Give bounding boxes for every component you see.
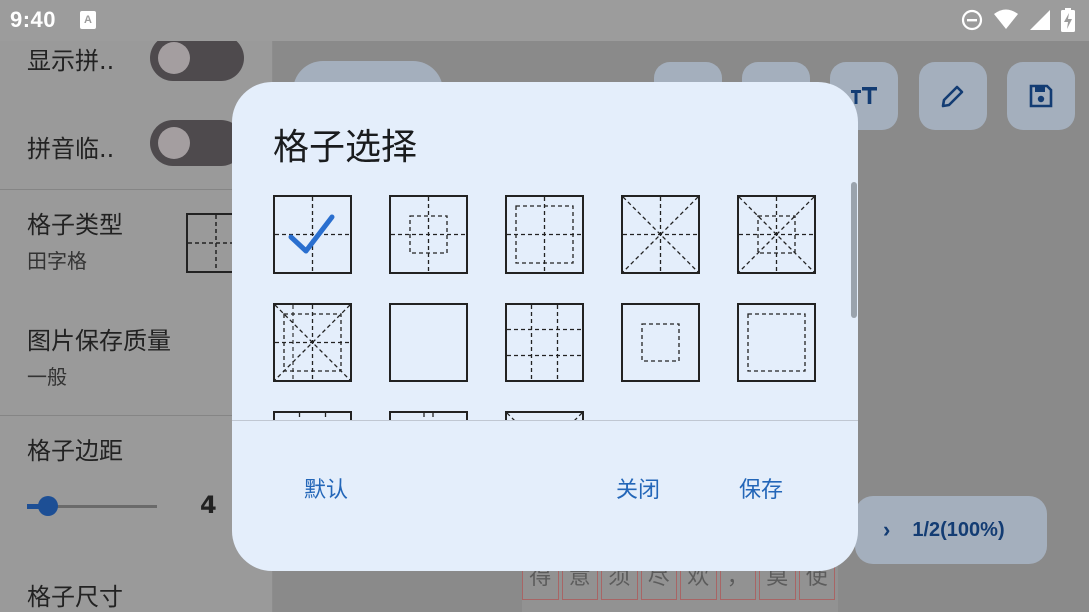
grid-margin-label: 格子边距 [27, 437, 123, 465]
grid-select-dialog: 格子选择 默认 关闭 保存 [232, 82, 858, 571]
save-dialog-button[interactable]: 保存 [739, 472, 783, 504]
grid-option-partial[interactable] [273, 411, 352, 420]
grid-size-label: 格子尺寸 [27, 583, 123, 611]
show-pinyin-toggle[interactable] [150, 41, 244, 81]
pinyin-trace-toggle[interactable] [150, 120, 244, 166]
grid-option-plain[interactable] [389, 303, 468, 382]
page-indicator[interactable]: › 1/2(100%) [855, 496, 1047, 564]
grid-option-partial[interactable] [505, 411, 584, 420]
grid-option-center-box[interactable] [621, 303, 700, 382]
grid-option-mizi-inner[interactable] [737, 195, 816, 274]
toggle-knob [158, 42, 190, 74]
status-bar: 9:40 A [0, 0, 1089, 41]
close-button[interactable]: 关闭 [616, 472, 660, 504]
chevron-right-icon: › [883, 517, 891, 542]
notification-icon: A [80, 11, 96, 29]
show-pinyin-label: 显示拼.. [27, 47, 115, 75]
grid-type-label: 格子类型 [27, 211, 123, 239]
grid-option-inner-box[interactable] [737, 303, 816, 382]
save-icon [1029, 84, 1053, 108]
wifi-icon [994, 9, 1018, 29]
save-button[interactable] [1007, 62, 1075, 130]
grid-type-value: 田字格 [27, 249, 87, 273]
edit-pencil-icon [941, 85, 964, 108]
grid-option-jiugong[interactable] [505, 303, 584, 382]
status-time: 9:40 [10, 7, 57, 32]
battery-charging-icon [1061, 8, 1075, 32]
default-button[interactable]: 默认 [304, 472, 348, 504]
grid-option-mizi-full[interactable] [273, 303, 352, 382]
grid-option-huigong[interactable] [389, 195, 468, 274]
toggle-knob [158, 127, 190, 159]
image-quality-value: 一般 [27, 365, 67, 389]
grid-option-tianzi[interactable] [273, 195, 352, 274]
dnd-icon [961, 9, 983, 31]
grid-margin-slider-thumb[interactable] [38, 496, 58, 516]
page-indicator-label: 1/2(100%) [912, 518, 1005, 541]
grid-option-partial[interactable] [389, 411, 468, 420]
pinyin-trace-label: 拼音临.. [27, 135, 115, 163]
status-icons [961, 8, 1075, 32]
dialog-title: 格子选择 [273, 127, 418, 168]
dialog-divider [232, 420, 858, 421]
dialog-scrollbar[interactable] [851, 182, 857, 318]
edit-button[interactable] [919, 62, 987, 130]
image-quality-label: 图片保存质量 [27, 327, 171, 355]
grid-option-huigong-tian[interactable] [505, 195, 584, 274]
grid-option-list[interactable] [273, 195, 833, 420]
signal-icon [1030, 10, 1050, 30]
grid-option-mizi[interactable] [621, 195, 700, 274]
grid-margin-value: 4 [200, 491, 217, 519]
